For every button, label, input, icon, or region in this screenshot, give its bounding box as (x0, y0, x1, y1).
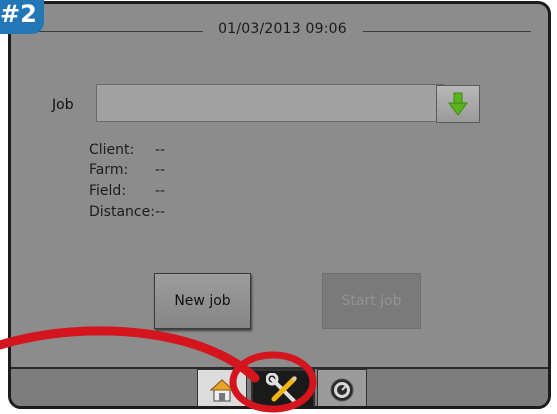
device-screen: 01/03/2013 09:06 Job Client: -- Farm: -- F… (8, 1, 551, 409)
field-value: -- (155, 183, 166, 199)
distance-key: Distance: (89, 204, 155, 220)
distance-value: -- (155, 204, 166, 220)
field-key: Field: (89, 183, 127, 199)
distance-row: Distance:-- (89, 204, 165, 220)
bottom-tab-bar (11, 367, 548, 406)
field-row: Field: -- (89, 183, 165, 199)
green-down-arrow-icon (448, 92, 468, 116)
start-job-button[interactable]: Start job (322, 273, 421, 329)
home-icon (209, 379, 235, 402)
job-label: Job (52, 97, 74, 113)
job-download-button[interactable] (436, 85, 480, 123)
farm-row: Farm: -- (89, 162, 165, 178)
job-field[interactable] (96, 84, 444, 122)
tab-home[interactable] (197, 369, 247, 406)
datetime-header: 01/03/2013 09:06 (11, 21, 548, 37)
farm-value: -- (155, 162, 166, 178)
new-job-button[interactable]: New job (154, 273, 251, 329)
client-row: Client: -- (89, 142, 165, 158)
gauge-icon (330, 378, 354, 402)
tab-tools[interactable] (251, 369, 315, 406)
step-badge: #2 (0, 0, 44, 34)
client-value: -- (155, 142, 166, 158)
datetime-text: 01/03/2013 09:06 (206, 21, 359, 37)
client-key: Client: (89, 142, 135, 158)
wrench-screwdriver-icon (266, 373, 298, 403)
farm-key: Farm: (89, 162, 129, 178)
tab-gauge[interactable] (317, 369, 367, 406)
